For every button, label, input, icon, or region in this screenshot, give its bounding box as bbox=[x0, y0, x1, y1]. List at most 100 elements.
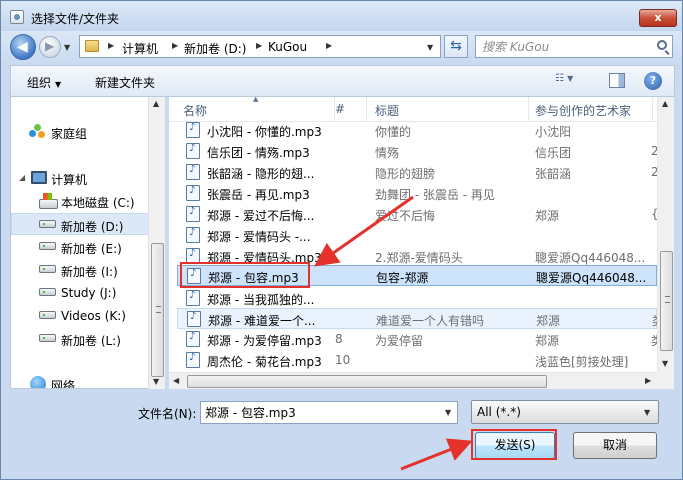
audio-file-icon bbox=[186, 164, 200, 180]
audio-file-icon bbox=[186, 185, 200, 201]
preview-pane-button[interactable] bbox=[609, 73, 625, 88]
file-list-scroll-thumb[interactable] bbox=[660, 251, 673, 351]
file-row[interactable]: 郑源 - 爱过不后悔... 爱过不后悔 郑源 { bbox=[177, 204, 657, 225]
scroll-up-icon[interactable]: ▲ bbox=[662, 99, 668, 108]
view-options-button[interactable]: ☷ ▼ bbox=[555, 73, 591, 89]
file-row[interactable]: 郑源 - 当我孤独的... bbox=[177, 288, 657, 309]
address-dropdown-icon[interactable]: ▼ bbox=[427, 43, 433, 52]
system-drive-icon bbox=[39, 193, 58, 209]
scroll-up-icon[interactable]: ▲ bbox=[153, 99, 159, 108]
sidebar-item-drive-d[interactable]: 新加卷 (D:) bbox=[11, 213, 149, 235]
file-title: 包容-郑源 bbox=[376, 271, 429, 285]
file-title: 劲舞团 - 张震岳 - 再见 bbox=[375, 188, 495, 202]
help-button[interactable]: ? bbox=[644, 72, 662, 90]
scroll-right-icon[interactable]: ▶ bbox=[645, 376, 651, 385]
file-row[interactable]: 张震岳 - 再见.mp3 劲舞团 - 张震岳 - 再见 bbox=[177, 183, 657, 204]
file-artist: 聰爱源Qq446048... bbox=[535, 251, 646, 265]
forward-button[interactable]: ▶ bbox=[39, 36, 61, 58]
horizontal-scroll-thumb[interactable] bbox=[187, 375, 547, 388]
dialog-icon bbox=[10, 10, 24, 24]
sidebar-item-drive-l[interactable]: 新加卷 (L:) bbox=[11, 328, 149, 350]
window-title: 选择文件/文件夹 bbox=[31, 12, 120, 26]
back-arrow-icon: ◀ bbox=[17, 39, 28, 55]
cancel-button[interactable]: 取消 bbox=[573, 432, 657, 459]
file-type-select[interactable]: All (*.*) ▼ bbox=[471, 400, 659, 424]
sidebar-item-drive-k[interactable]: Videos (K:) bbox=[11, 305, 149, 327]
file-row[interactable]: 周杰伦 - 菊花台.mp3 10 浅蓝色[剪接处理] bbox=[177, 350, 657, 371]
chevron-down-icon: ▼ bbox=[55, 80, 62, 89]
file-title: 难道爱一个人有错吗 bbox=[376, 314, 485, 328]
audio-file-icon bbox=[186, 331, 200, 347]
file-row[interactable]: 郑源 - 为爱停留.mp3 8 为爱停留 郑源 类 bbox=[177, 329, 657, 350]
file-name: 张韶涵 - 隐形的翅... bbox=[207, 167, 315, 181]
sidebar-item-drive-i[interactable]: 新加卷 (I:) bbox=[11, 259, 149, 281]
sidebar-item-drive-j[interactable]: Study (J:) bbox=[11, 282, 149, 304]
sidebar-item-drive-e[interactable]: 新加卷 (E:) bbox=[11, 236, 149, 258]
new-folder-button[interactable]: 新建文件夹 bbox=[95, 74, 155, 91]
drive-icon bbox=[39, 220, 56, 228]
file-artist: 小沈阳 bbox=[535, 125, 572, 139]
breadcrumb-kugou[interactable]: KuGou bbox=[268, 40, 307, 54]
breadcrumb-separator-icon[interactable]: ▶ bbox=[326, 41, 332, 50]
file-title: 你懂的 bbox=[375, 125, 412, 139]
file-name: 郑源 - 为爱停留.mp3 bbox=[207, 334, 322, 348]
sort-ascending-icon: ▲ bbox=[253, 97, 259, 103]
breadcrumb-separator-icon[interactable]: ▶ bbox=[172, 41, 178, 50]
drive-icon bbox=[39, 242, 56, 250]
file-row[interactable]: 郑源 - 爱情码头 -... bbox=[177, 225, 657, 246]
column-header-number[interactable]: # bbox=[329, 97, 367, 121]
search-icon[interactable] bbox=[657, 40, 667, 50]
audio-file-icon bbox=[186, 206, 200, 222]
filename-dropdown-icon[interactable]: ▼ bbox=[445, 408, 451, 417]
file-row[interactable]: 小沈阳 - 你懂的.mp3 你懂的 小沈阳 bbox=[177, 120, 657, 141]
scroll-down-icon[interactable]: ▼ bbox=[153, 377, 159, 386]
sidebar-item-network[interactable]: 网络 bbox=[11, 373, 149, 388]
file-row[interactable]: 张韶涵 - 隐形的翅... 隐形的翅膀 张韶涵 2 bbox=[177, 162, 657, 183]
file-artist: 浅蓝色[剪接处理] bbox=[535, 355, 629, 369]
file-dialog: 选择文件/文件夹 x ◀ ▶ ▼ ▶ 计算机 ▶ 新加卷 (D:) ▶ KuGo… bbox=[0, 0, 683, 480]
breadcrumb-separator-icon[interactable]: ▶ bbox=[108, 41, 114, 50]
collapse-arrow-icon[interactable]: ◢ bbox=[19, 173, 25, 182]
breadcrumb-computer[interactable]: 计算机 bbox=[122, 40, 158, 57]
file-row[interactable]: 信乐团 - 情殇.mp3 情殇 信乐团 2 bbox=[177, 141, 657, 162]
recent-pages-chevron-icon[interactable]: ▼ bbox=[64, 43, 70, 52]
scroll-down-icon[interactable]: ▼ bbox=[662, 359, 668, 368]
filename-label: 文件名(N): bbox=[138, 407, 197, 421]
audio-file-icon bbox=[186, 143, 200, 159]
command-bar: 组织 ▼ 新建文件夹 ☷ ▼ ? bbox=[10, 65, 675, 97]
filename-field[interactable]: ▼ bbox=[200, 401, 458, 424]
breadcrumb-separator-icon[interactable]: ▶ bbox=[256, 41, 262, 50]
file-artist: 聰爱源Qq446048... bbox=[536, 271, 647, 285]
column-header-name[interactable]: ▲ 名称 bbox=[177, 97, 335, 121]
search-box[interactable] bbox=[475, 35, 673, 58]
scroll-left-icon[interactable]: ◀ bbox=[173, 376, 179, 385]
file-name: 郑源 - 爱过不后悔... bbox=[207, 209, 315, 223]
organize-label: 组织 bbox=[27, 76, 52, 90]
column-header-title[interactable]: 标题 bbox=[369, 97, 529, 121]
sidebar-scroll-thumb[interactable] bbox=[151, 243, 164, 377]
file-artist: 郑源 bbox=[535, 209, 560, 223]
refresh-icon: ⇆ bbox=[450, 38, 462, 54]
file-row-hover[interactable]: 郑源 - 难道爱一个... 难道爱一个人有错吗 郑源 类 bbox=[177, 308, 657, 329]
file-list: ▲ 名称 # 标题 参与创作的艺术家 小沈阳 - 你懂的.mp3 你懂的 小沈阳… bbox=[169, 97, 657, 372]
file-artist: 张韶涵 bbox=[535, 167, 572, 181]
file-list-horizontal-scrollbar[interactable]: ◀ ▶ bbox=[169, 372, 657, 389]
file-title: 为爱停留 bbox=[375, 334, 424, 348]
sidebar-scrollbar[interactable]: ▲ ▼ bbox=[148, 97, 165, 389]
address-bar[interactable]: ▶ 计算机 ▶ 新加卷 (D:) ▶ KuGou ▶ ▼ bbox=[79, 35, 441, 58]
file-list-vertical-scrollbar[interactable]: ▲ ▼ bbox=[657, 97, 674, 372]
back-button[interactable]: ◀ bbox=[10, 34, 36, 60]
sidebar-item-drive-c[interactable]: 本地磁盘 (C:) bbox=[11, 190, 149, 212]
breadcrumb-drive-d[interactable]: 新加卷 (D:) bbox=[184, 40, 246, 57]
sidebar-item-homegroup[interactable]: 家庭组 bbox=[11, 121, 149, 143]
sidebar-item-computer[interactable]: ◢ 计算机 bbox=[11, 167, 149, 189]
drive-icon bbox=[39, 334, 56, 342]
audio-file-icon bbox=[186, 290, 200, 306]
filename-input[interactable] bbox=[205, 405, 425, 420]
column-header-artist[interactable]: 参与创作的艺术家 bbox=[529, 97, 653, 121]
details-view-icon: ☷ bbox=[555, 73, 564, 84]
search-input[interactable] bbox=[482, 39, 652, 54]
organize-menu[interactable]: 组织 ▼ bbox=[27, 74, 61, 91]
close-button[interactable]: x bbox=[639, 9, 677, 27]
refresh-button[interactable]: ⇆ bbox=[444, 35, 468, 58]
